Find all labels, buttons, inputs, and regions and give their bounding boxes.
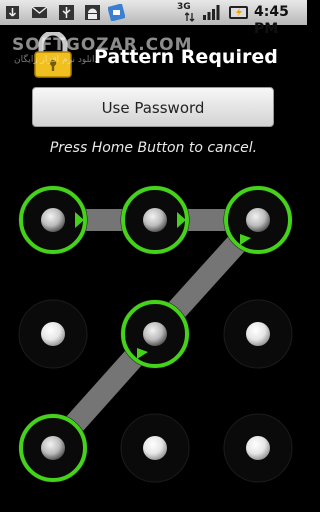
pattern-dot-5[interactable] — [120, 299, 190, 369]
dot — [246, 436, 270, 460]
dot — [143, 208, 167, 232]
dot — [143, 436, 167, 460]
pattern-dot-6[interactable] — [223, 299, 293, 369]
pattern-grid[interactable] — [0, 0, 307, 512]
dot — [246, 322, 270, 346]
pattern-dot-7[interactable] — [18, 413, 88, 483]
dot — [246, 208, 270, 232]
pattern-dot-8[interactable] — [120, 413, 190, 483]
pattern-dot-4[interactable] — [18, 299, 88, 369]
dot — [41, 208, 65, 232]
dot — [41, 322, 65, 346]
dot — [143, 322, 167, 346]
pattern-dot-3[interactable] — [223, 185, 293, 255]
dot — [41, 436, 65, 460]
pattern-dot-9[interactable] — [223, 413, 293, 483]
